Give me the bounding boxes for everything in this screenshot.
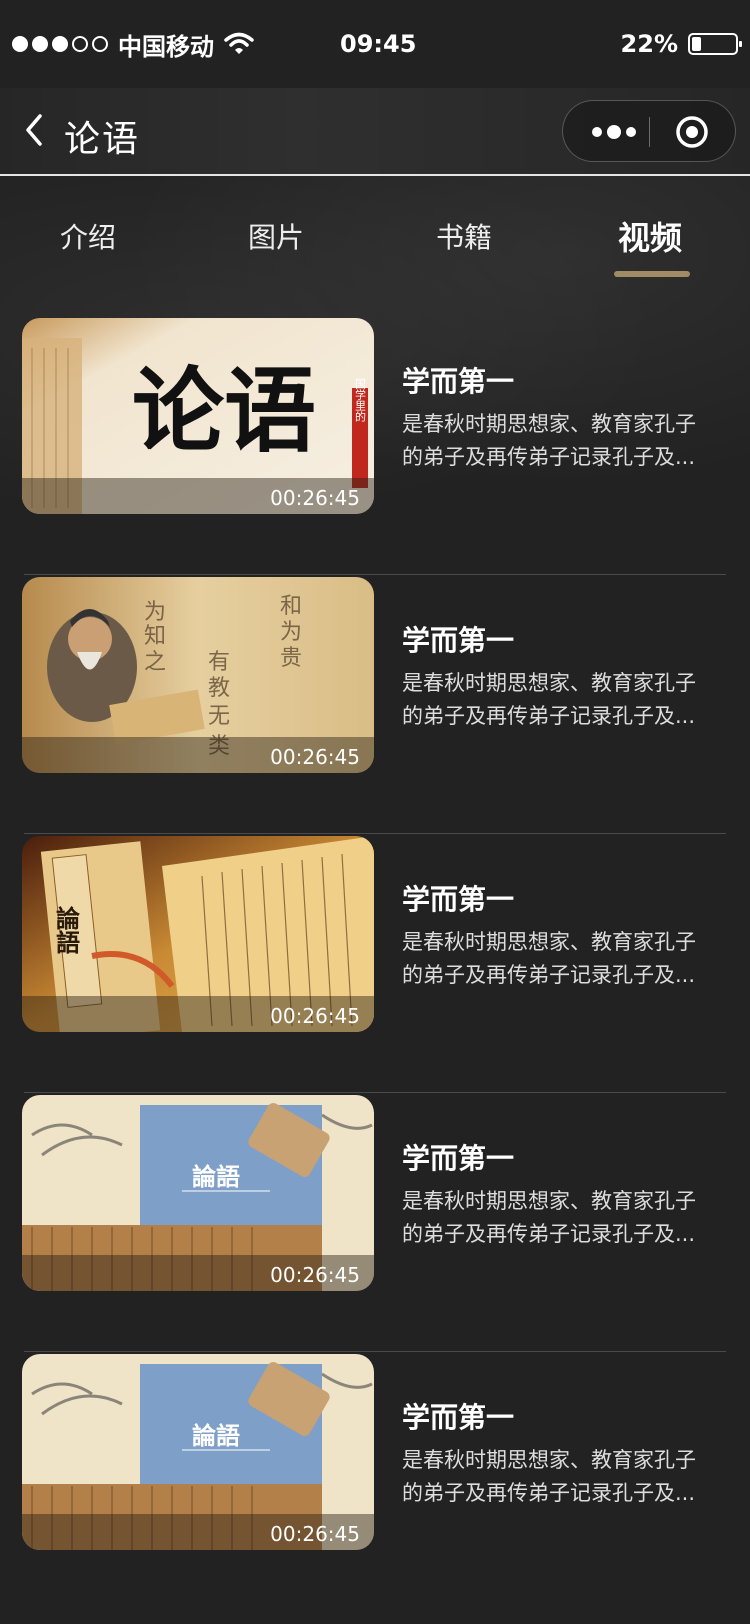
- signal-strength-icon: [12, 36, 108, 52]
- thumbnail-calligraphy: 论语: [132, 357, 316, 465]
- tab-bar: 介绍 图片 书籍 视频: [0, 186, 750, 286]
- carrier-name: 中国移动: [118, 32, 214, 61]
- page-title: 论语: [64, 119, 141, 160]
- video-title: 学而第一: [402, 1142, 515, 1175]
- tab-videos[interactable]: 视频: [618, 213, 682, 259]
- video-list-item[interactable]: 为知之 有教无类 和为贵 00:26:45 学而第一 是春秋时期思想家、教育家孔…: [0, 575, 750, 834]
- svg-text:有: 有: [208, 650, 230, 675]
- active-tab-indicator: [614, 271, 690, 277]
- thumbnail-calligraphy: 論語: [192, 1421, 240, 1450]
- svg-text:之: 之: [144, 650, 166, 675]
- video-description: 是春秋时期思想家、教育家孔子的弟子及再传弟子记录孔子及...: [402, 671, 696, 728]
- back-arrow-icon[interactable]: [20, 110, 50, 150]
- navigation-bar: 论语: [0, 88, 750, 176]
- video-thumbnail[interactable]: 論語 00:26:45: [22, 1354, 374, 1550]
- svg-text:贵: 贵: [280, 646, 302, 671]
- tab-images[interactable]: 图片: [248, 216, 304, 256]
- video-duration: 00:26:45: [270, 745, 360, 769]
- video-list-item[interactable]: 論語 00:26:45 学而第一 是春秋时期思想家、教育家孔子的弟子及再传弟子记…: [0, 1093, 750, 1352]
- tab-books[interactable]: 书籍: [436, 216, 492, 256]
- svg-text:无: 无: [208, 704, 230, 729]
- video-thumbnail[interactable]: 为知之 有教无类 和为贵 00:26:45: [22, 577, 374, 773]
- thumbnail-calligraphy: 論語: [192, 1162, 240, 1191]
- video-list-item[interactable]: 論語 00:26:45 学而第一 是春秋时期思想家、教育家孔子的弟子及再传弟子记…: [0, 834, 750, 1093]
- video-duration: 00:26:45: [270, 1522, 360, 1546]
- status-right: 22%: [620, 30, 742, 58]
- mini-program-capsule: [562, 100, 736, 162]
- video-title: 学而第一: [402, 624, 515, 657]
- thumbnail-tag: 国学里的: [354, 378, 367, 423]
- video-duration: 00:26:45: [270, 1004, 360, 1028]
- more-dots-icon[interactable]: [589, 119, 639, 145]
- video-duration: 00:26:45: [270, 1263, 360, 1287]
- status-left: 中国移动: [12, 27, 254, 62]
- video-thumbnail[interactable]: 论语 国学里的 00:26:45: [22, 318, 374, 514]
- svg-text:教: 教: [208, 676, 230, 701]
- thumbnail-calligraphy: 論語: [52, 905, 81, 955]
- status-time: 09:45: [340, 30, 417, 58]
- status-bar: 中国移动 09:45 22%: [0, 0, 750, 88]
- svg-text:知: 知: [144, 624, 166, 649]
- video-title: 学而第一: [402, 883, 515, 916]
- video-list: 论语 国学里的 00:26:45 学而第一 是春秋时期思想家、教育家孔子的弟子及…: [0, 316, 750, 1611]
- wifi-icon: [224, 32, 254, 54]
- video-duration: 00:26:45: [270, 486, 360, 510]
- video-list-item[interactable]: 論語 00:26:45 学而第一 是春秋时期思想家、教育家孔子的弟子及再传弟子记…: [0, 1352, 750, 1611]
- capsule-divider: [649, 117, 650, 147]
- video-title: 学而第一: [402, 1401, 515, 1434]
- video-thumbnail[interactable]: 論語 00:26:45: [22, 1095, 374, 1291]
- video-description: 是春秋时期思想家、教育家孔子的弟子及再传弟子记录孔子及...: [402, 930, 696, 987]
- battery-percent: 22%: [620, 30, 678, 58]
- close-target-icon[interactable]: [675, 115, 709, 149]
- tab-intro[interactable]: 介绍: [60, 216, 116, 256]
- video-thumbnail[interactable]: 論語 00:26:45: [22, 836, 374, 1032]
- video-title: 学而第一: [402, 365, 515, 398]
- video-description: 是春秋时期思想家、教育家孔子的弟子及再传弟子记录孔子及...: [402, 1448, 696, 1505]
- video-list-item[interactable]: 论语 国学里的 00:26:45 学而第一 是春秋时期思想家、教育家孔子的弟子及…: [0, 316, 750, 575]
- svg-text:为: 为: [280, 620, 302, 645]
- svg-text:和: 和: [280, 594, 302, 619]
- video-description: 是春秋时期思想家、教育家孔子的弟子及再传弟子记录孔子及...: [402, 412, 696, 469]
- battery-icon: [688, 33, 742, 55]
- video-description: 是春秋时期思想家、教育家孔子的弟子及再传弟子记录孔子及...: [402, 1189, 696, 1246]
- svg-text:为: 为: [144, 600, 166, 625]
